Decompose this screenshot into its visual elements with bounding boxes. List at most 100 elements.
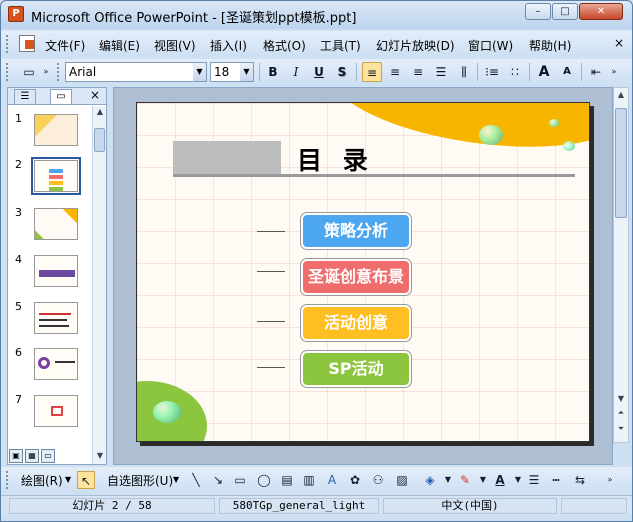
grow-font-button[interactable]: A [534,62,554,82]
distribute-icon[interactable]: ☰ [431,62,451,82]
font-name-value: Arial [69,65,97,79]
thumb-number: 3 [15,206,22,219]
menu-slideshow[interactable]: 幻灯片放映(D) [376,37,455,54]
pane-close-icon[interactable]: × [90,88,100,102]
toc-item-activity-ideas[interactable]: 活动创意 [301,305,411,341]
document-close-icon[interactable]: × [614,36,624,50]
slide-thumb-6[interactable]: 6 [8,346,92,384]
menu-insert[interactable]: 插入(I) [210,37,247,54]
select-pointer-icon[interactable]: ↖ [77,471,95,489]
rectangle-icon[interactable]: ▭ [231,471,249,489]
slide-thumb-2[interactable]: 2 [8,157,92,196]
align-center-icon[interactable]: ≡ [385,62,405,82]
menu-format[interactable]: 格式(O) [263,37,306,54]
font-size-combo[interactable]: 18 ▼ [210,62,254,82]
tab-slides[interactable]: ▭ [50,89,72,104]
menu-view[interactable]: 视图(V) [154,37,196,54]
scroll-thumb[interactable] [94,128,105,152]
numbered-list-icon[interactable]: ⁝≡ [482,62,502,82]
separator [259,63,260,81]
font-name-combo[interactable]: Arial ▼ [65,62,207,82]
chevron-down-icon[interactable]: ▼ [439,471,457,489]
new-document-icon[interactable]: ▭ [19,62,39,82]
chevron-down-icon[interactable]: ▼ [240,63,253,81]
italic-button[interactable]: I [286,62,306,82]
menu-help[interactable]: 帮助(H) [529,37,571,54]
vertical-textbox-icon[interactable]: ▥ [300,471,318,489]
document-icon[interactable] [19,35,35,52]
toolbar-overflow-icon[interactable]: » [601,471,619,489]
chevron-down-icon[interactable]: ▼ [193,63,206,81]
toolbar-overflow-icon[interactable]: » [41,62,51,82]
title-accent-bar [173,141,281,174]
shrink-font-button[interactable]: A [557,62,577,82]
toc-item-strategy[interactable]: 策略分析 [301,213,411,249]
editor-scrollbar[interactable]: ▲ ▼ ⏶ ⏷ [613,87,629,443]
powerpoint-icon[interactable]: P [8,6,24,22]
close-button[interactable]: ✕ [579,3,623,20]
menu-window[interactable]: 窗口(W) [468,37,513,54]
font-color-icon[interactable]: A [491,471,509,489]
line-style-icon[interactable]: ☰ [525,471,543,489]
menu-file[interactable]: 文件(F) [45,37,85,54]
separator [529,63,530,81]
normal-view-icon[interactable]: ▣ [9,449,23,463]
chevron-down-icon[interactable]: ▼ [65,475,71,484]
drawbar-grip[interactable] [6,471,10,489]
columns-icon[interactable]: ⫼ [454,62,474,82]
slide-thumb-7[interactable]: 7 [8,393,92,431]
autoshape-menu-button[interactable]: 自选图形(U) [107,472,173,489]
shadow-button[interactable]: S [332,62,352,82]
tab-outline[interactable]: ☰ [14,89,36,104]
diagram-icon[interactable]: ✿ [346,471,364,489]
fill-color-icon[interactable]: ◈ [421,471,439,489]
toc-item-sp-activity[interactable]: SP活动 [301,351,411,387]
minimize-button[interactable]: – [525,3,551,20]
menu-tools[interactable]: 工具(T) [320,37,361,54]
scroll-down-icon[interactable]: ▼ [93,451,107,463]
slide-sorter-icon[interactable]: ▦ [25,449,39,463]
previous-slide-icon[interactable]: ⏶ [614,408,628,420]
toolbar-overflow-icon[interactable]: » [609,62,619,82]
clipart-icon[interactable]: ⚇ [369,471,387,489]
scroll-down-icon[interactable]: ▼ [614,394,628,406]
thumbnail [34,395,78,427]
align-left-icon[interactable]: ≡ [362,62,382,82]
textbox-icon[interactable]: ▤ [278,471,296,489]
align-right-icon[interactable]: ≡ [408,62,428,82]
scroll-up-icon[interactable]: ▲ [614,90,628,102]
menubar-grip[interactable] [6,35,10,53]
line-icon[interactable]: ╲ [187,471,205,489]
line-color-icon[interactable]: ✎ [456,471,474,489]
scroll-thumb[interactable] [615,108,627,218]
dash-style-icon[interactable]: ┅ [547,471,565,489]
toolbar-grip-2[interactable] [57,63,61,81]
menu-edit[interactable]: 编辑(E) [99,37,140,54]
slideshow-icon[interactable]: ▭ [41,449,55,463]
slide-thumb-4[interactable]: 4 [8,253,92,291]
slide-thumb-3[interactable]: 3 [8,206,92,244]
draw-menu-button[interactable]: 绘图(R) [21,472,63,489]
next-slide-icon[interactable]: ⏷ [614,424,628,436]
slide-thumb-1[interactable]: 1 [8,112,92,150]
bold-button[interactable]: B [263,62,283,82]
slide-thumb-5[interactable]: 5 [8,300,92,338]
arrow-icon[interactable]: ↘ [209,471,227,489]
slide-title[interactable]: 目 录 [297,141,374,177]
toolbar-grip[interactable] [6,63,10,81]
underline-button[interactable]: U [309,62,329,82]
toc-item-christmas-scene[interactable]: 圣诞创意布景 [301,259,411,295]
slide-canvas[interactable]: 目 录 策略分析 圣诞创意布景 活动创意 SP活动 [136,102,590,442]
chevron-down-icon[interactable]: ▼ [474,471,492,489]
oval-icon[interactable]: ◯ [255,471,273,489]
chevron-down-icon[interactable]: ▼ [173,475,179,484]
arrow-style-icon[interactable]: ⇆ [571,471,589,489]
water-drop [153,401,181,423]
pane-scrollbar[interactable]: ▲ ▼ [92,106,106,464]
wordart-icon[interactable]: A [323,471,341,489]
maximize-button[interactable]: □ [552,3,578,20]
scroll-up-icon[interactable]: ▲ [93,107,107,119]
decrease-indent-icon[interactable]: ⇤ [586,62,606,82]
picture-icon[interactable]: ▨ [393,471,411,489]
bullet-list-icon[interactable]: ∷ [505,62,525,82]
